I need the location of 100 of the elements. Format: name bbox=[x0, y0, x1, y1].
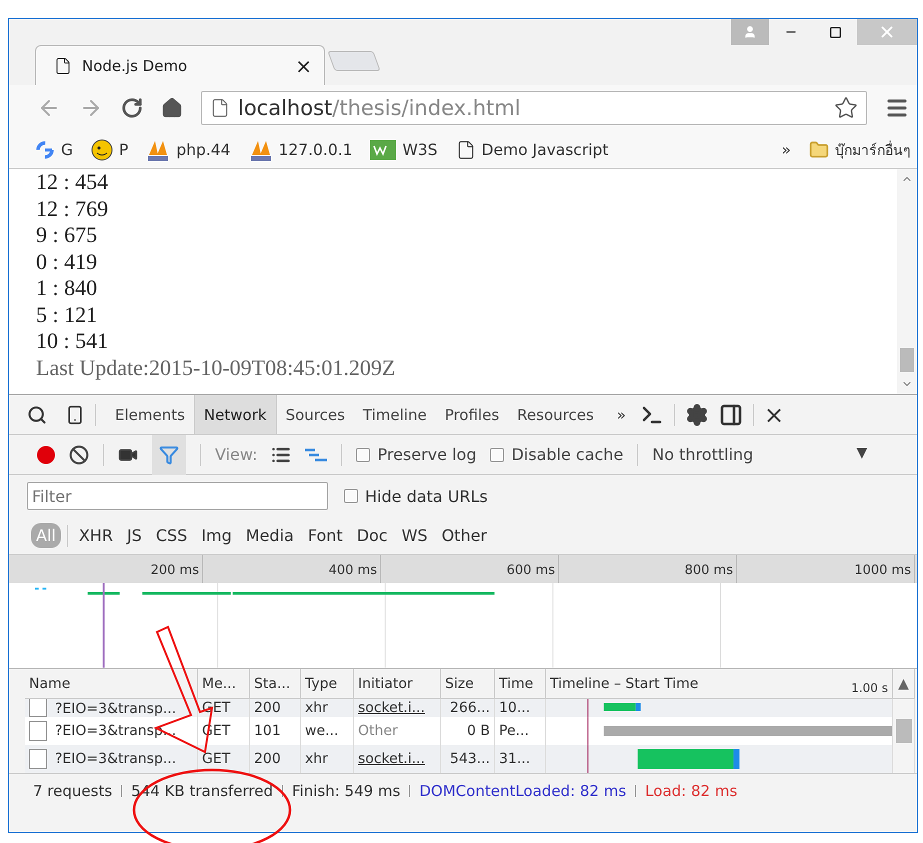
column-header[interactable]: Time bbox=[495, 669, 546, 699]
column-header[interactable]: Sta... bbox=[250, 669, 301, 699]
scrollbar-thumb[interactable] bbox=[900, 348, 914, 372]
devtools-tab[interactable]: Resources bbox=[508, 395, 603, 434]
data-line: 12 : 769 bbox=[36, 196, 108, 222]
bookmarks-overflow-button[interactable]: » bbox=[782, 140, 791, 158]
waterfall-view-icon[interactable] bbox=[305, 448, 328, 462]
timing-bar bbox=[604, 703, 641, 711]
data-line: 10 : 541 bbox=[36, 328, 108, 354]
data-line: 12 : 454 bbox=[36, 169, 108, 196]
time-tick: 400 ms bbox=[203, 555, 381, 584]
type-filter[interactable]: Font bbox=[302, 523, 348, 548]
view-label: View: bbox=[215, 445, 258, 464]
bookmark[interactable]: W3S bbox=[370, 140, 438, 160]
type-filter[interactable]: Other bbox=[436, 523, 492, 548]
column-header[interactable]: Initiator bbox=[354, 669, 441, 699]
type-filter[interactable]: WS bbox=[396, 523, 433, 548]
person-icon bbox=[743, 25, 757, 39]
timeline-scale: 1.00 s bbox=[851, 681, 888, 695]
page-scrollbar[interactable] bbox=[897, 169, 917, 394]
more-tabs-button[interactable]: » bbox=[616, 406, 626, 424]
summary-text: DOMContentLoaded: 82 ms bbox=[419, 782, 626, 800]
initiator-cell[interactable]: socket.i... bbox=[354, 699, 441, 717]
sort-button[interactable]: ▲ bbox=[893, 669, 915, 699]
sailboat-icon bbox=[248, 138, 273, 160]
devtools-tab[interactable]: Sources bbox=[276, 395, 354, 434]
table-cell: 200 bbox=[250, 745, 301, 773]
other-bookmarks[interactable]: บุ๊กมาร์กอื่นๆ bbox=[809, 138, 911, 160]
column-header[interactable]: Name bbox=[25, 669, 198, 699]
maximize-icon bbox=[828, 26, 842, 38]
type-filter[interactable]: JS bbox=[122, 523, 147, 548]
column-header[interactable]: Me... bbox=[198, 669, 250, 699]
filter-button[interactable] bbox=[152, 434, 186, 474]
disable-cache-checkbox[interactable]: Disable cache bbox=[490, 445, 624, 464]
tab-close-button[interactable]: × bbox=[295, 54, 312, 78]
dock-icon[interactable] bbox=[718, 402, 743, 426]
record-button[interactable] bbox=[37, 446, 55, 464]
time-tick: 600 ms bbox=[381, 555, 559, 584]
bookmark[interactable]: P bbox=[91, 138, 128, 160]
data-line: 5 : 121 bbox=[36, 302, 98, 328]
star-icon[interactable] bbox=[834, 96, 858, 120]
bookmark[interactable]: 127.0.0.1 bbox=[248, 138, 352, 160]
filter-icon bbox=[159, 444, 179, 464]
summary-text: Load: 82 ms bbox=[645, 782, 738, 800]
devtools-tab[interactable]: Profiles bbox=[436, 395, 508, 434]
table-cell: 266... bbox=[441, 699, 495, 717]
table-cell: we... bbox=[301, 717, 354, 745]
bookmark[interactable]: php.44 bbox=[146, 138, 231, 160]
devtools-tab[interactable]: Network bbox=[194, 395, 277, 434]
page-icon bbox=[210, 98, 230, 118]
reload-icon[interactable] bbox=[121, 97, 143, 119]
devtools-tab[interactable]: Timeline bbox=[354, 395, 436, 434]
time-tick: 200 ms bbox=[25, 555, 203, 584]
type-filter[interactable]: Media bbox=[240, 523, 299, 548]
preserve-log-checkbox[interactable]: Preserve log bbox=[356, 445, 476, 464]
name-cell[interactable]: ?EIO=3&transp... bbox=[25, 745, 198, 773]
summary-text: 7 requests bbox=[33, 782, 112, 800]
table-cell: 10... bbox=[495, 699, 546, 717]
folder-icon bbox=[809, 140, 829, 160]
table-cell: 31... bbox=[495, 745, 546, 773]
filter-field[interactable]: Filter bbox=[27, 482, 328, 510]
address-bar[interactable]: localhost/thesis/index.html bbox=[201, 91, 867, 125]
column-header[interactable]: Size bbox=[441, 669, 495, 699]
hide-data-urls-checkbox[interactable]: Hide data URLs bbox=[344, 486, 488, 506]
time-tick: 1000 ms bbox=[737, 555, 915, 584]
table-cell: Pe... bbox=[495, 717, 546, 745]
devtools-tab[interactable]: Elements bbox=[106, 395, 194, 434]
browser-tab[interactable]: Node.js Demo × bbox=[35, 45, 325, 85]
settings-icon[interactable] bbox=[684, 402, 709, 426]
bookmark[interactable]: Demo Javascript bbox=[456, 140, 608, 160]
type-filter[interactable]: CSS bbox=[150, 523, 192, 548]
page-icon bbox=[54, 56, 72, 74]
emoji-icon bbox=[91, 138, 114, 160]
type-filter[interactable]: XHR bbox=[74, 523, 118, 548]
throttling-dropdown[interactable]: No throttling ▼ bbox=[652, 445, 868, 464]
table-cell: 543... bbox=[441, 745, 495, 773]
column-header[interactable]: Type bbox=[301, 669, 354, 699]
home-icon[interactable] bbox=[161, 97, 183, 119]
devtools-close-button[interactable]: × bbox=[764, 400, 784, 428]
summary-text: Finish: 549 ms bbox=[292, 782, 400, 800]
table-cell: xhr bbox=[301, 745, 354, 773]
table-cell: 101 bbox=[250, 717, 301, 745]
type-filter[interactable]: Doc bbox=[352, 523, 393, 548]
name-cell[interactable]: ?EIO=3&transp... bbox=[25, 699, 198, 717]
table-cell: xhr bbox=[301, 699, 354, 717]
bookmark[interactable]: G bbox=[35, 140, 74, 160]
initiator-cell[interactable]: socket.i... bbox=[354, 745, 441, 773]
column-header[interactable]: Timeline – Start Time 1.00 s bbox=[546, 669, 893, 699]
data-line: 9 : 675 bbox=[36, 222, 98, 248]
table-cell: GET bbox=[198, 745, 250, 773]
sailboat-icon bbox=[146, 138, 170, 160]
search-icon[interactable] bbox=[27, 404, 47, 424]
last-update-text: Last Update:2015-10-09T08:45:01.209Z bbox=[36, 354, 396, 381]
table-scroll-thumb[interactable] bbox=[896, 719, 912, 743]
clear-icon[interactable] bbox=[69, 444, 89, 464]
table-cell: 200 bbox=[250, 699, 301, 717]
type-filter[interactable]: Img bbox=[196, 523, 237, 548]
data-line: 0 : 419 bbox=[36, 248, 98, 275]
data-line: 1 : 840 bbox=[36, 275, 98, 302]
w3-logo-icon bbox=[370, 140, 396, 160]
